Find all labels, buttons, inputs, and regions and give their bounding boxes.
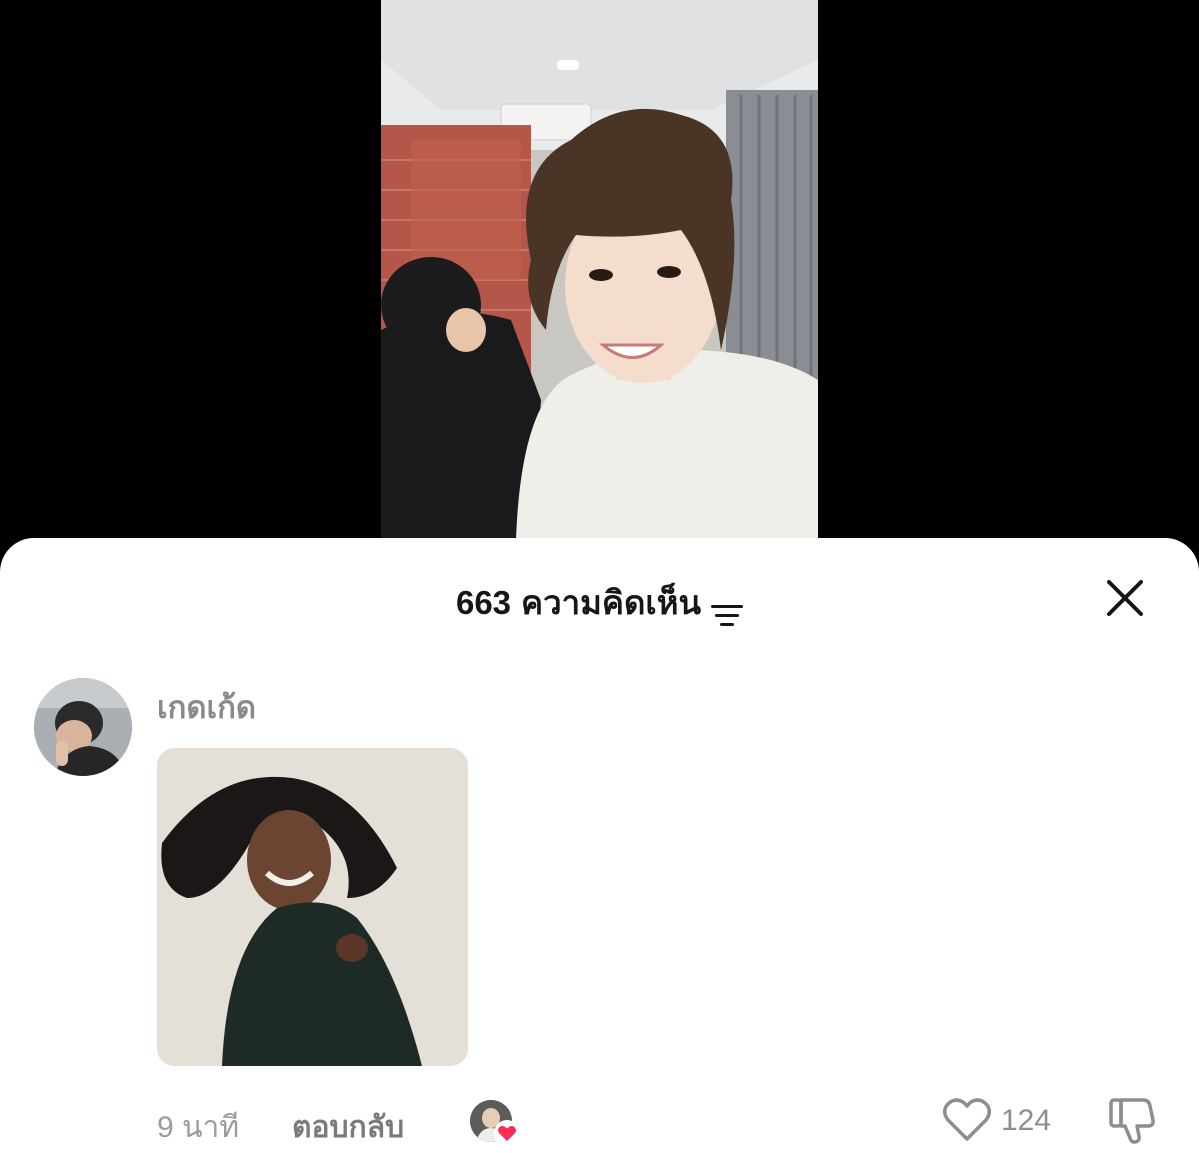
like-count: 124 [1001, 1104, 1052, 1137]
comment-username[interactable]: เกดเก้ด [157, 682, 256, 732]
video-player[interactable] [0, 0, 1199, 560]
close-icon[interactable] [1103, 576, 1147, 620]
comment-actions: 9 นาที ตอบกลับ 124 [157, 1096, 1157, 1146]
comments-header: 663 ความคิดเห็น [0, 578, 1199, 628]
comments-sheet: 663 ความคิดเห็น เกดเก้ด 9 นาที ตอบกลับ 1… [0, 538, 1199, 1153]
comment-sticker-image[interactable] [157, 748, 468, 1066]
avatar[interactable] [34, 678, 132, 776]
reply-button[interactable]: ตอบกลับ [292, 1104, 404, 1151]
thumbs-down-icon[interactable] [1107, 1096, 1159, 1146]
video-frame[interactable] [381, 0, 818, 540]
comment-timestamp: 9 นาที [157, 1111, 240, 1144]
heart-filled-icon [494, 1120, 520, 1146]
comment-count: 663 [455, 584, 512, 621]
sort-lines-icon[interactable] [711, 591, 744, 626]
heart-outline-icon[interactable] [941, 1096, 993, 1144]
video-still-image [381, 0, 818, 540]
comment-item: เกดเก้ด 9 นาที ตอบกลับ 124 [34, 676, 1164, 1146]
creator-liked-badge [470, 1100, 522, 1146]
comments-title-label: ความคิดเห็น [521, 584, 702, 621]
comments-title: 663 ความคิดเห็น [455, 578, 744, 628]
